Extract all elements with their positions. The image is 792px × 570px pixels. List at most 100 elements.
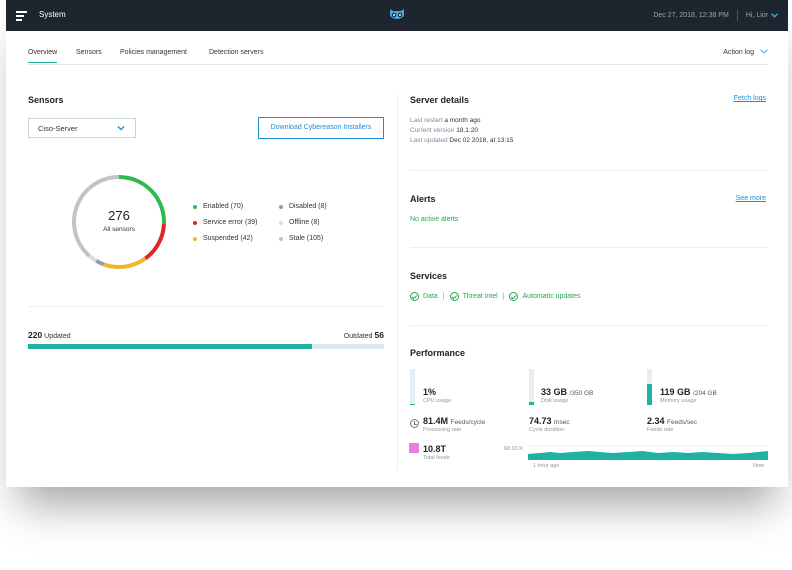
- separator: |: [442, 293, 445, 300]
- owl-logo-icon[interactable]: [389, 8, 405, 21]
- feeds-rate-value: 2.34 Feeds/sec: [647, 416, 697, 426]
- last-restart: Last restart a month ago: [410, 117, 480, 124]
- outdated-summary: Outdated 56: [344, 330, 384, 340]
- processing-rate-label: Processing rate: [423, 427, 462, 433]
- column-divider: [397, 93, 398, 470]
- legend-label: Stale (105): [289, 235, 324, 242]
- memory-gauge-fill: [647, 384, 652, 405]
- update-progress-fill: [28, 344, 312, 349]
- memory-value: 119 GB /204 GB: [660, 387, 717, 397]
- version-label: Current version: [410, 127, 455, 134]
- alerts-status: No active alerts: [410, 216, 459, 223]
- legend-dot: [193, 220, 197, 225]
- legend-label: Disabled (8): [289, 203, 327, 210]
- legend-stale: Stale (105): [279, 235, 323, 242]
- processing-rate-number: 81.4M: [423, 416, 449, 426]
- hamburger-icon[interactable]: [16, 11, 27, 21]
- legend-dot: [279, 220, 283, 225]
- server-details-title: Server details: [410, 95, 470, 105]
- separator: |: [502, 293, 505, 300]
- alerts-title: Alerts: [410, 194, 436, 204]
- performance-title: Performance: [410, 348, 466, 358]
- current-version: Current version 18.1.20: [410, 127, 478, 134]
- memory-gauge: [647, 369, 652, 405]
- last-updated-value: Dec 02 2018, at 13:15: [449, 137, 514, 144]
- datetime: Dec 27, 2018, 12:38 PM: [653, 12, 729, 19]
- sensors-total: 276: [108, 208, 130, 223]
- server-select[interactable]: Ciso-Server: [28, 118, 136, 138]
- feeds-rate-label: Feeds rate: [647, 427, 674, 433]
- feeds-rate-number: 2.34: [647, 416, 665, 426]
- legend-label: Service error (39): [203, 219, 258, 226]
- cpu-value: 1%: [423, 387, 437, 397]
- legend-suspended: Suspended (42): [193, 235, 253, 242]
- tab-overview[interactable]: Overview: [28, 49, 58, 63]
- cycle-duration-value: 74.73 msec: [529, 416, 570, 426]
- updated-count: 220: [28, 330, 43, 340]
- service-automatic-updates: Automatic updates: [522, 293, 581, 300]
- last-restart-value: a month ago: [444, 117, 481, 124]
- services-title: Services: [410, 271, 448, 281]
- check-circle-icon: [449, 292, 459, 301]
- updated-label: Updated: [44, 333, 71, 340]
- version-value: 18.1.20: [456, 127, 478, 134]
- axis-start-label: 1 hour ago: [533, 463, 560, 469]
- disk-value-unit: /350 GB: [569, 390, 594, 397]
- sensors-total-label: All sensors: [103, 226, 135, 233]
- disk-label: Disk usage: [541, 398, 569, 404]
- memory-label: Memory usage: [660, 398, 697, 404]
- chevron-down-icon[interactable]: [771, 13, 778, 18]
- disk-value-number: 33 GB: [541, 387, 568, 397]
- total-feeds-marker: [409, 443, 419, 453]
- user-menu[interactable]: Hi, Lior: [746, 12, 768, 19]
- feeds-sparkline: [528, 445, 768, 460]
- legend-dot: [279, 236, 283, 241]
- services-list: Data | Threat intel | Automatic updates: [410, 292, 580, 301]
- legend-dot: [279, 204, 283, 209]
- tab-bar: Overview Sensors Policies management Det…: [28, 49, 768, 65]
- chevron-down-icon: [117, 126, 125, 131]
- legend-dot: [193, 204, 197, 209]
- cpu-label: CPU usage: [423, 398, 452, 404]
- sensors-title: Sensors: [28, 95, 64, 105]
- section-divider: [28, 306, 384, 307]
- cycle-duration-label: Cycle duration: [529, 427, 565, 433]
- updated-summary: 220 Updated: [28, 330, 71, 340]
- legend-label: Suspended (42): [203, 235, 253, 242]
- cycle-duration-number: 74.73: [529, 416, 552, 426]
- see-more-link[interactable]: See more: [736, 195, 766, 202]
- check-circle-icon: [509, 292, 519, 301]
- tab-sensors[interactable]: Sensors: [76, 49, 102, 62]
- tab-detection-servers[interactable]: Detection servers: [209, 49, 263, 62]
- update-progress-bar: [28, 344, 384, 349]
- section-divider: [410, 170, 768, 171]
- legend-disabled: Disabled (8): [279, 203, 327, 210]
- download-installers-button[interactable]: Download Cybereason Installers: [258, 117, 384, 139]
- total-feeds-label: Total feeds: [423, 455, 450, 461]
- outdated-count: 56: [374, 330, 384, 340]
- feeds-rate-unit: Feeds/sec: [667, 419, 698, 426]
- app-window: System Dec 27, 2018, 12:38 PM Hi, Lior O…: [6, 0, 788, 487]
- donut-segment: [103, 256, 147, 269]
- legend-service-error: Service error (39): [193, 219, 257, 226]
- tab-policies-management[interactable]: Policies management: [120, 49, 187, 62]
- cpu-gauge-fill: [410, 403, 415, 405]
- section-divider: [410, 247, 768, 248]
- legend-label: Enabled (70): [203, 203, 244, 210]
- total-feeds-value: 10.8T: [423, 444, 447, 454]
- legend-offline: Offline (8): [279, 219, 320, 226]
- service-threat-intel: Threat intel: [462, 293, 498, 300]
- legend-label: Offline (8): [289, 219, 320, 226]
- action-log-label: Action log: [723, 49, 755, 56]
- processing-rate-unit: Feeds/cycle: [450, 419, 486, 426]
- server-select-value: Ciso-Server: [38, 124, 78, 133]
- action-log-dropdown[interactable]: Action log: [723, 49, 768, 56]
- fetch-logs-link[interactable]: Fetch logs: [734, 95, 766, 102]
- processing-rate-value: 81.4M Feeds/cycle: [423, 416, 485, 426]
- last-updated: Last updated Dec 02 2018, at 13:15: [410, 137, 513, 144]
- top-bar: System Dec 27, 2018, 12:38 PM Hi, Lior: [6, 0, 788, 31]
- chart-max-label: 68.93 K: [504, 446, 523, 452]
- last-restart-label: Last restart: [410, 117, 443, 124]
- donut-segment: [88, 254, 98, 263]
- service-data: Data: [423, 293, 438, 300]
